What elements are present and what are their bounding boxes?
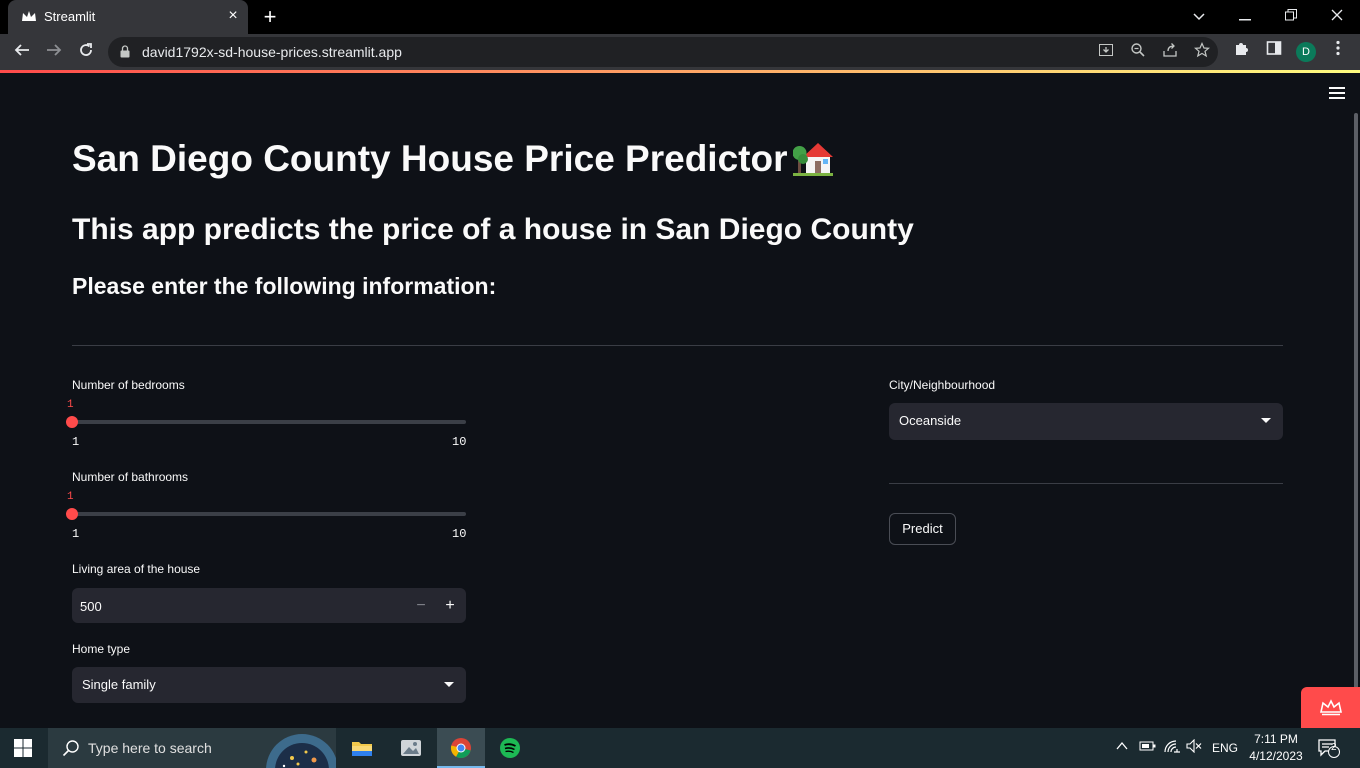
windows-start-icon[interactable] [14, 739, 32, 757]
living-area-label: Living area of the house [72, 562, 201, 576]
predict-button[interactable]: Predict [889, 513, 956, 545]
close-window-button[interactable] [1322, 4, 1352, 28]
streamlit-app: San Diego County House Price Predictor T… [0, 73, 1360, 728]
photos-app-icon[interactable] [387, 728, 435, 768]
bathrooms-slider-max: 10 [452, 527, 467, 541]
bathrooms-slider-thumb[interactable] [66, 508, 78, 520]
search-placeholder[interactable]: Type here to search [88, 740, 212, 756]
bathrooms-slider-track[interactable] [72, 512, 466, 516]
browser-tab-bar: Streamlit × + [0, 0, 1360, 34]
file-explorer-icon[interactable] [338, 728, 386, 768]
city-label: City/Neighbourhood [889, 378, 996, 392]
search-highlight-art [254, 728, 336, 768]
home-type-select[interactable]: Single family [72, 667, 466, 703]
extensions-puzzle-icon[interactable] [1230, 40, 1254, 64]
page-subtitle: This app predicts the price of a house i… [72, 213, 914, 246]
notification-count: 2 [1331, 742, 1337, 753]
address-bar[interactable]: david1792x-sd-house-prices.streamlit.app [108, 37, 1218, 67]
living-area-value[interactable]: 500 [80, 599, 102, 614]
input-language[interactable]: ENG [1212, 741, 1238, 755]
browser-tab[interactable]: Streamlit × [8, 0, 248, 34]
restore-button[interactable] [1276, 4, 1306, 28]
volume-muted-icon[interactable] [1186, 738, 1202, 756]
side-panel-icon[interactable] [1262, 40, 1286, 64]
battery-icon[interactable] [1139, 739, 1157, 756]
bathrooms-slider-min: 1 [72, 527, 80, 541]
taskbar-clock[interactable]: 7:11 PM 4/12/2023 [1246, 731, 1306, 765]
tab-close-icon[interactable]: × [224, 7, 242, 25]
chevron-down-icon[interactable] [444, 682, 454, 687]
share-icon[interactable] [1160, 42, 1180, 62]
form-prompt: Please enter the following information: [72, 273, 497, 299]
more-menu-icon[interactable] [1326, 40, 1350, 64]
tray-overflow-chevron-icon[interactable] [1115, 739, 1129, 756]
main-menu-icon[interactable] [1329, 87, 1345, 99]
streamlit-crown-icon [1320, 699, 1342, 716]
home-type-label: Home type [72, 642, 131, 656]
bedrooms-slider-value: 1 [67, 399, 74, 411]
chrome-icon[interactable] [437, 728, 485, 768]
bedrooms-slider-min: 1 [72, 435, 80, 449]
install-app-icon[interactable] [1096, 42, 1116, 62]
forward-arrow-icon[interactable] [42, 40, 66, 64]
chevron-down-icon[interactable] [1261, 418, 1271, 423]
page-title: San Diego County House Price Predictor [72, 137, 834, 180]
right-column-divider [889, 483, 1283, 484]
url-text[interactable]: david1792x-sd-house-prices.streamlit.app [142, 44, 402, 60]
living-area-input[interactable]: 500 − + [72, 588, 466, 623]
taskbar-search-box[interactable]: Type here to search [48, 728, 336, 768]
decrement-button[interactable]: − [409, 594, 433, 618]
lock-icon[interactable] [120, 45, 130, 58]
section-divider [72, 345, 1283, 346]
bathrooms-label: Number of bathrooms [72, 470, 189, 484]
tab-title: Streamlit [44, 9, 96, 24]
bedrooms-slider-thumb[interactable] [66, 416, 78, 428]
streamlit-crown-icon [21, 10, 37, 24]
network-icon[interactable] [1163, 739, 1181, 756]
minimize-button[interactable] [1230, 4, 1260, 28]
house-with-garden-icon [792, 137, 834, 177]
bookmark-star-icon[interactable] [1192, 42, 1212, 62]
windows-taskbar: Type here to search ENG 7:11 PM 4/12/202… [0, 728, 1360, 768]
city-value: Oceanside [899, 413, 962, 428]
increment-button[interactable]: + [438, 594, 462, 618]
streamlit-badge[interactable] [1301, 687, 1360, 728]
new-tab-button[interactable]: + [258, 5, 282, 29]
browser-toolbar: david1792x-sd-house-prices.streamlit.app… [0, 34, 1360, 70]
reload-icon[interactable] [74, 40, 98, 64]
spotify-icon[interactable] [486, 728, 534, 768]
profile-avatar[interactable]: D [1296, 42, 1316, 62]
clock-time: 7:11 PM [1254, 732, 1298, 746]
home-type-value: Single family [82, 677, 156, 692]
city-select[interactable]: Oceanside [889, 403, 1283, 440]
tab-search-chevron-icon[interactable] [1184, 4, 1214, 28]
back-arrow-icon[interactable] [10, 40, 34, 64]
search-icon [62, 739, 80, 757]
bedrooms-slider-track[interactable] [72, 420, 466, 424]
bedrooms-label: Number of bedrooms [72, 378, 185, 392]
notifications-icon[interactable]: 2 [1318, 738, 1340, 761]
zoom-icon[interactable] [1128, 42, 1148, 62]
clock-date: 4/12/2023 [1249, 749, 1303, 763]
page-title-text: San Diego County House Price Predictor [72, 138, 788, 179]
scrollbar[interactable] [1354, 113, 1358, 713]
bedrooms-slider-max: 10 [452, 435, 467, 449]
bathrooms-slider-value: 1 [67, 491, 74, 503]
